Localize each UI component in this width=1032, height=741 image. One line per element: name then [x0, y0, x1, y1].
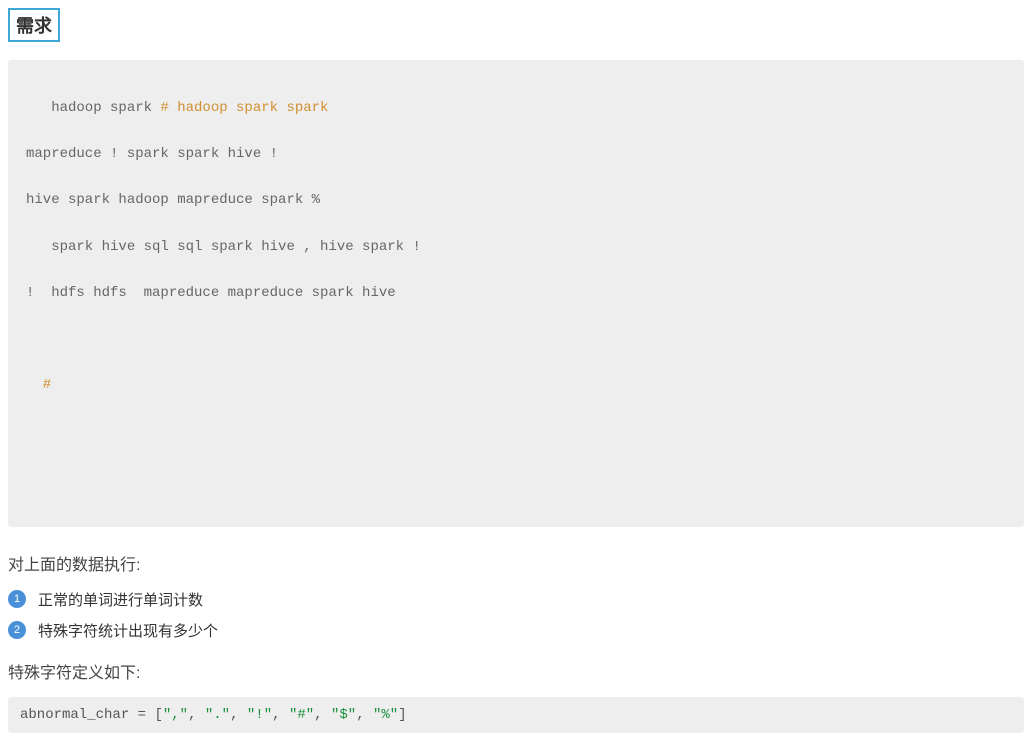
subheading-text: 特殊字符定义如下:	[8, 665, 140, 682]
code-string: ","	[163, 707, 188, 723]
subheading-specialchars: 特殊字符定义如下:	[8, 659, 1024, 683]
code-sep: ,	[230, 707, 247, 723]
code-text	[26, 470, 34, 486]
list-badge: 1	[8, 590, 26, 608]
code-comment: # hadoop spark spark	[160, 100, 328, 116]
list-item-text: 正常的单词进行单词计数	[38, 589, 203, 610]
code-text: mapreduce ! spark spark hive !	[26, 146, 278, 162]
code-block-abnormal: abnormal_char = [",", ".", "!", "#", "$"…	[8, 697, 1024, 733]
code-comment: #	[26, 377, 51, 393]
code-string: "#"	[289, 707, 314, 723]
task-list: 1 正常的单词进行单词计数 2 特殊字符统计出现有多少个	[8, 589, 1024, 641]
list-item: 2 特殊字符统计出现有多少个	[8, 620, 1024, 641]
code-text: hadoop spark	[26, 100, 160, 116]
code-line: mapreduce ! spark spark hive !	[14, 143, 1018, 166]
code-text: spark hive sql sql spark hive , hive spa…	[26, 239, 421, 255]
code-text: ! hdfs hdfs mapreduce mapreduce spark hi…	[26, 285, 396, 301]
code-text	[26, 423, 34, 439]
list-item-text: 特殊字符统计出现有多少个	[38, 620, 218, 641]
code-line	[14, 328, 1018, 351]
code-eq: =	[129, 707, 154, 723]
subheading-execute: 对上面的数据执行:	[8, 551, 1024, 575]
code-string: "%"	[373, 707, 398, 723]
code-line: hive spark hadoop mapreduce spark %	[14, 189, 1018, 212]
code-sep: ,	[272, 707, 289, 723]
code-string: "."	[205, 707, 230, 723]
code-text: hive spark hadoop mapreduce spark %	[26, 192, 320, 208]
page-title-text: 需求	[16, 16, 52, 36]
code-sep: ,	[356, 707, 373, 723]
code-sep: ,	[188, 707, 205, 723]
code-block-data: hadoop spark # hadoop spark spark mapred…	[8, 60, 1024, 527]
code-bracket: [	[154, 707, 162, 723]
code-string: "$"	[331, 707, 356, 723]
code-line: #	[14, 374, 1018, 397]
code-line	[14, 420, 1018, 443]
page-title: 需求	[8, 8, 60, 42]
list-badge: 2	[8, 621, 26, 639]
code-sep: ,	[314, 707, 331, 723]
subheading-text: 对上面的数据执行:	[8, 557, 140, 574]
code-text	[26, 331, 34, 347]
code-line: hadoop spark # hadoop spark spark	[14, 97, 1018, 120]
code-line	[14, 467, 1018, 490]
code-line: ! hdfs hdfs mapreduce mapreduce spark hi…	[14, 282, 1018, 305]
code-line: spark hive sql sql spark hive , hive spa…	[14, 236, 1018, 259]
code-string: "!"	[247, 707, 272, 723]
code-bracket: ]	[398, 707, 406, 723]
list-item: 1 正常的单词进行单词计数	[8, 589, 1024, 610]
code-var: abnormal_char	[20, 707, 129, 723]
